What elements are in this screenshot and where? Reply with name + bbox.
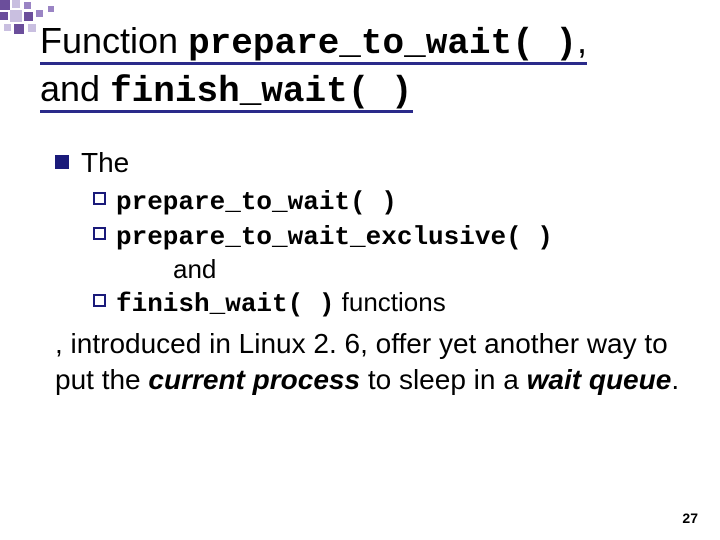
slide-title: Function prepare_to_wait( ), and finish_…	[40, 18, 690, 114]
para-em-1: current process	[148, 364, 360, 395]
and-line: and	[173, 253, 680, 286]
bullet-code: prepare_to_wait( )	[116, 187, 397, 217]
bullet-level-1: The	[55, 145, 680, 180]
bullet-level-2: prepare_to_wait( )	[93, 184, 680, 219]
para-mid: to sleep in a	[360, 364, 527, 395]
page-number: 27	[682, 510, 698, 526]
title-comma: ,	[577, 20, 587, 61]
para-em-2: wait queue	[527, 364, 672, 395]
bullet-code: finish_wait( )	[116, 289, 334, 319]
bullet-level-2: prepare_to_wait_exclusive( )	[93, 219, 680, 254]
slide-body: The prepare_to_wait( ) prepare_to_wait_e…	[55, 145, 680, 398]
title-and: and	[40, 68, 110, 109]
title-code-1: prepare_to_wait( )	[188, 23, 577, 64]
paragraph: , introduced in Linux 2. 6, offer yet an…	[55, 326, 680, 398]
bullet-outline-icon	[93, 192, 106, 205]
bullet-the: The	[81, 145, 129, 180]
bullet-tail: functions	[334, 287, 445, 317]
sub-bullets: prepare_to_wait( ) prepare_to_wait_exclu…	[93, 184, 680, 320]
bullet-code: prepare_to_wait_exclusive( )	[116, 222, 553, 252]
title-prefix: Function	[40, 20, 188, 61]
slide: Function prepare_to_wait( ), and finish_…	[0, 0, 720, 540]
bullet-outline-icon	[93, 227, 106, 240]
title-code-2: finish_wait( )	[110, 71, 412, 112]
bullet-square-icon	[55, 155, 69, 169]
bullet-outline-icon	[93, 294, 106, 307]
bullet-level-2: finish_wait( ) functions	[93, 286, 680, 321]
para-after: .	[671, 364, 679, 395]
